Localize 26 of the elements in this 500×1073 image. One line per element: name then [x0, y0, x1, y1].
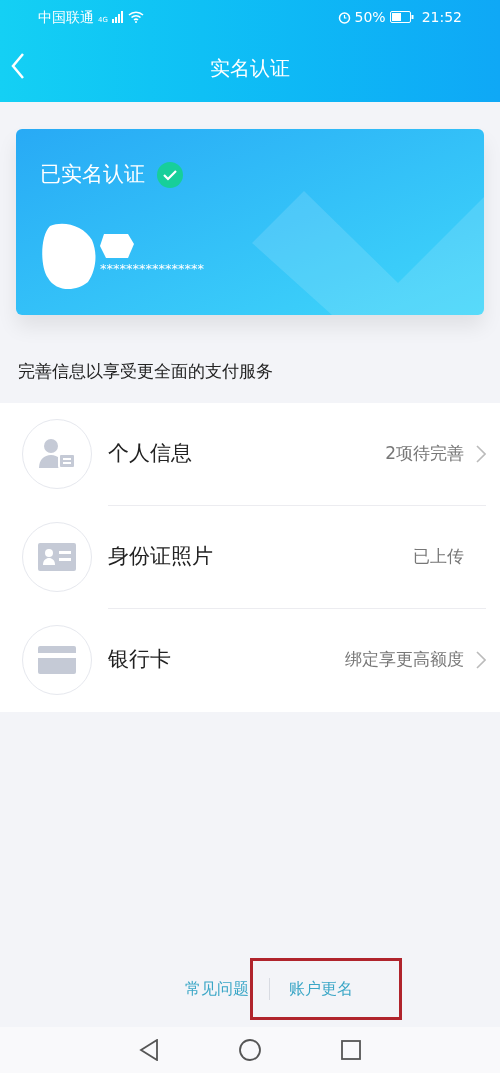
- verification-status: 已实名认证: [40, 161, 145, 188]
- item-status: 2项待完善: [385, 441, 464, 465]
- battery-percent: 50%: [354, 7, 386, 27]
- info-list-item[interactable]: 个人信息 2项待完善: [0, 402, 500, 506]
- signal-icon: [111, 11, 124, 23]
- redaction-mark: [100, 233, 134, 258]
- info-list-item[interactable]: 银行卡 绑定享更高额度: [0, 608, 500, 712]
- info-list-item[interactable]: 身份证照片 已上传: [0, 505, 500, 609]
- item-label: 个人信息: [108, 439, 193, 467]
- clock-time: 21:52: [421, 7, 462, 27]
- section-title: 完善信息以享受更全面的支付服务: [17, 360, 274, 383]
- battery-icon: [389, 11, 414, 23]
- id-card-icon: [38, 543, 76, 571]
- item-status: 已上传: [413, 544, 464, 568]
- wifi-icon: [127, 11, 144, 23]
- item-label: 银行卡: [108, 646, 172, 674]
- back-triangle-icon[interactable]: [139, 1039, 159, 1061]
- carrier-name: 中国联通: [38, 7, 94, 27]
- page-title: 实名认证: [210, 55, 290, 82]
- recents-square-icon[interactable]: [341, 1040, 361, 1060]
- item-status: 绑定享更高额度: [345, 648, 464, 672]
- alarm-icon: [337, 10, 351, 24]
- bank-card-icon: [38, 646, 76, 674]
- home-circle-icon[interactable]: [239, 1039, 261, 1061]
- masked-id-number: ****************: [100, 261, 204, 275]
- item-label: 身份证照片: [108, 542, 214, 570]
